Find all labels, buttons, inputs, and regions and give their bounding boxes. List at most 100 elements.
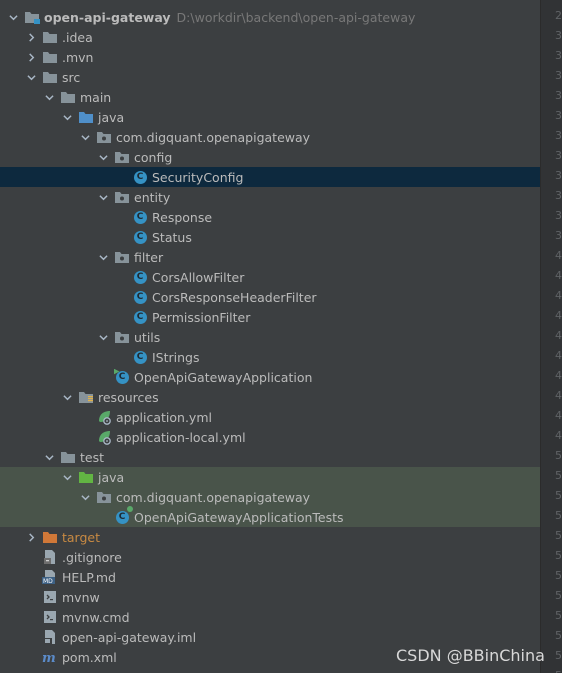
tree-node-mvnw[interactable]: mvnw xyxy=(0,587,540,607)
line-number: 3 xyxy=(555,109,562,122)
package-icon xyxy=(96,129,112,145)
chevron-down-icon[interactable] xyxy=(60,387,74,407)
tree-node-label: HELP.md xyxy=(62,569,116,585)
tree-node-java[interactable]: java xyxy=(0,107,540,127)
tree-node-label: open-api-gateway.iml xyxy=(62,629,197,645)
tree-node-utils[interactable]: utils xyxy=(0,327,540,347)
tree-node-label: com.digquant.openapigateway xyxy=(116,489,311,505)
project-tree[interactable]: open-api-gateway D:\workdir\backend\open-… xyxy=(0,0,540,673)
chevron-down-icon[interactable] xyxy=(60,107,74,127)
tree-node-label: .mvn xyxy=(62,49,94,65)
chevron-down-icon[interactable] xyxy=(96,247,110,267)
tree-node-openapigatewayapplication[interactable]: C OpenApiGatewayApplication xyxy=(0,367,540,387)
chevron-right-icon[interactable] xyxy=(24,47,38,67)
tree-node-label: OpenApiGatewayApplicationTests xyxy=(134,509,344,525)
line-number: 4 xyxy=(555,409,562,422)
tree-node-java[interactable]: java xyxy=(0,467,540,487)
chevron-down-icon[interactable] xyxy=(96,187,110,207)
class-icon: C xyxy=(132,269,148,285)
markdown-file-icon: MD xyxy=(42,569,58,585)
class-icon: C xyxy=(132,309,148,325)
chevron-down-icon[interactable] xyxy=(60,467,74,487)
line-number: 5 xyxy=(555,629,562,642)
tree-node-securityconfig[interactable]: C SecurityConfig xyxy=(0,167,540,187)
tree-node-label: IStrings xyxy=(152,349,200,365)
chevron-right-icon[interactable] xyxy=(24,27,38,47)
tree-node-corsresponseheaderfilter[interactable]: C CorsResponseHeaderFilter xyxy=(0,287,540,307)
tree-node-entity[interactable]: entity xyxy=(0,187,540,207)
test-class-icon: C xyxy=(114,509,130,525)
tree-node-test[interactable]: test xyxy=(0,447,540,467)
tree-node-label: java xyxy=(98,109,125,125)
line-number: 3 xyxy=(555,49,562,62)
chevron-down-icon[interactable] xyxy=(96,147,110,167)
chevron-down-icon[interactable] xyxy=(6,7,20,27)
folder-icon xyxy=(42,29,58,45)
chevron-down-icon[interactable] xyxy=(42,447,56,467)
tree-node-target[interactable]: target xyxy=(0,527,540,547)
chevron-down-icon[interactable] xyxy=(96,327,110,347)
line-number: 5 xyxy=(555,569,562,582)
line-number: 5 xyxy=(555,449,562,462)
tree-node-gitignore[interactable]: .gitignore xyxy=(0,547,540,567)
tree-node-idea[interactable]: .idea xyxy=(0,27,540,47)
tree-node-label: pom.xml xyxy=(62,649,117,665)
tree-node-label: config xyxy=(134,149,173,165)
tree-node-label: utils xyxy=(134,329,161,345)
line-number: 4 xyxy=(555,429,562,442)
tree-node-label: entity xyxy=(134,189,171,205)
test-source-folder-icon xyxy=(78,469,94,485)
chevron-down-icon[interactable] xyxy=(24,67,38,87)
chevron-down-icon[interactable] xyxy=(42,87,56,107)
package-icon xyxy=(114,329,130,345)
tree-node-label: com.digquant.openapigateway xyxy=(116,129,311,145)
line-number: 4 xyxy=(555,249,562,262)
tree-node-open-api-gateway-iml[interactable]: open-api-gateway.iml xyxy=(0,627,540,647)
tree-node-label: SecurityConfig xyxy=(152,169,244,185)
tree-node-status[interactable]: C Status xyxy=(0,227,540,247)
tree-node-corsallowfilter[interactable]: C CorsAllowFilter xyxy=(0,267,540,287)
tree-node-response[interactable]: C Response xyxy=(0,207,540,227)
package-icon xyxy=(114,149,130,165)
script-file-icon xyxy=(42,589,58,605)
chevron-down-icon[interactable] xyxy=(78,127,92,147)
line-number: 3 xyxy=(555,169,562,182)
tree-node-label: mvnw.cmd xyxy=(62,609,130,625)
tree-node-label: target xyxy=(62,529,101,545)
tree-node-com-digquant-openapigateway[interactable]: com.digquant.openapigateway xyxy=(0,127,540,147)
tree-node-mvn[interactable]: .mvn xyxy=(0,47,540,67)
class-icon: C xyxy=(132,229,148,245)
tree-node-open-api-gateway[interactable]: open-api-gateway D:\workdir\backend\open-… xyxy=(0,7,540,27)
folder-icon xyxy=(42,49,58,65)
tree-node-permissionfilter[interactable]: C PermissionFilter xyxy=(0,307,540,327)
tree-node-src[interactable]: src xyxy=(0,67,540,87)
line-number: 5 xyxy=(555,549,562,562)
tree-node-mvnw-cmd[interactable]: mvnw.cmd xyxy=(0,607,540,627)
svg-text:MD: MD xyxy=(43,578,53,585)
spring-config-icon xyxy=(96,409,112,425)
line-number: 3 xyxy=(555,29,562,42)
tree-node-openapigatewayapplicationtests[interactable]: C OpenApiGatewayApplicationTests xyxy=(0,507,540,527)
line-number: 3 xyxy=(555,189,562,202)
class-icon: C xyxy=(132,209,148,225)
project-folder-icon xyxy=(24,9,40,25)
tree-node-config[interactable]: config xyxy=(0,147,540,167)
tree-node-istrings[interactable]: C IStrings xyxy=(0,347,540,367)
tree-node-filter[interactable]: filter xyxy=(0,247,540,267)
chevron-right-icon[interactable] xyxy=(24,527,38,547)
editor-gutter: 2 3 3 3 3 3 3 3 3 3 3 3 4 4 4 4 4 4 4 4 4 4 5 5 5 5 5 5 5 5 5 5 5 5 xyxy=(540,0,562,673)
tree-node-help-md[interactable]: MD HELP.md xyxy=(0,567,540,587)
package-icon xyxy=(114,189,130,205)
excluded-folder-icon xyxy=(42,529,58,545)
tree-node-label: mvnw xyxy=(62,589,100,605)
tree-node-label: resources xyxy=(98,389,159,405)
tree-node-main[interactable]: main xyxy=(0,87,540,107)
svg-text:m: m xyxy=(42,651,56,665)
chevron-down-icon[interactable] xyxy=(78,487,92,507)
project-path: D:\workdir\backend\open-api-gateway xyxy=(176,9,416,25)
tree-node-com-digquant-openapigateway[interactable]: com.digquant.openapigateway xyxy=(0,487,540,507)
tree-node-application-yml[interactable]: application.yml xyxy=(0,407,540,427)
tree-node-application-local-yml[interactable]: application-local.yml xyxy=(0,427,540,447)
tree-node-resources[interactable]: resources xyxy=(0,387,540,407)
script-file-icon xyxy=(42,609,58,625)
